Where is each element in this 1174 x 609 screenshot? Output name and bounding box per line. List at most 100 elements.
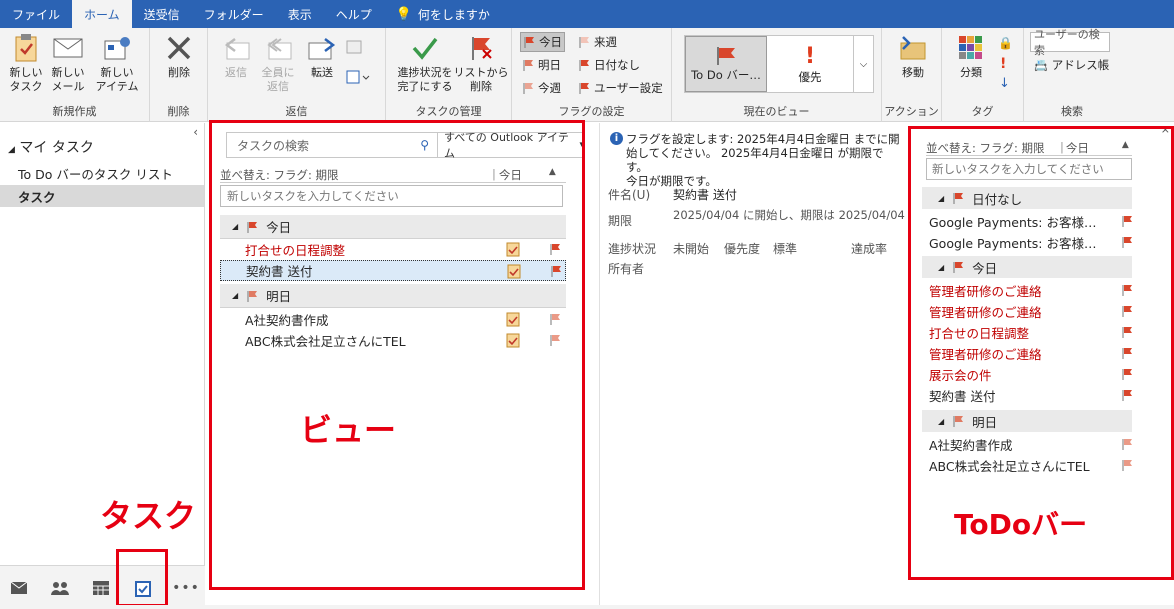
status-label: 進捗状況 <box>608 242 657 256</box>
group-view-label: 現在のビュー <box>743 105 810 118</box>
mail-icon[interactable] <box>8 578 30 598</box>
tab-file[interactable]: ファイル <box>0 0 72 28</box>
group-new-label: 新規作成 <box>52 105 97 118</box>
delete-button[interactable]: 削除 <box>162 32 196 80</box>
envelope-icon <box>52 32 84 64</box>
tab-folder[interactable]: フォルダー <box>192 0 276 28</box>
reply-button[interactable]: 返信 <box>218 32 254 80</box>
new-items-button[interactable]: 新しい アイテム <box>94 32 140 94</box>
status-value: 未開始 <box>673 242 710 256</box>
due-value: 2025/04/04 に開始し、期限は 2025/04/04 <box>673 208 905 222</box>
flag-info-bar: i フラグを設定します: 2025年4月4日金曜日 までに開始してください。 20… <box>610 132 900 188</box>
flag-tomorrow-button[interactable]: 明日 <box>520 55 563 75</box>
flag-custom-button[interactable]: ユーザー設定 <box>576 78 665 98</box>
flag-no-date-label: 日付なし <box>594 58 640 72</box>
reply-all-label: 全員に 返信 <box>261 66 295 93</box>
tab-send-receive[interactable]: 送受信 <box>132 0 192 28</box>
group-current-view: To Do バー… ! 優先 ⌵ 現在のビュー <box>672 28 882 122</box>
tab-help[interactable]: ヘルプ <box>324 0 384 28</box>
categorize-icon <box>955 32 987 64</box>
flag-this-week-label: 今週 <box>538 81 561 95</box>
flag-icon <box>579 60 589 71</box>
tasks-highlight-box <box>116 549 168 607</box>
nav-item-todo-list[interactable]: To Do バーのタスク リスト <box>0 162 204 184</box>
group-follow-up: 今日 明日 今週 来週 日付なし ユーザー設定 フラグの設定 <box>512 28 672 122</box>
new-task-button[interactable]: 新しい タスク <box>6 32 46 94</box>
tell-me-search[interactable]: 💡 何をしますか <box>384 0 502 28</box>
flag-next-week-button[interactable]: 来週 <box>576 32 619 52</box>
more-respond-icon[interactable] <box>346 70 370 87</box>
my-tasks-label: マイ タスク <box>19 140 94 156</box>
group-respond-label: 返信 <box>285 105 308 118</box>
flag-icon <box>523 60 533 71</box>
owner-label: 所有者 <box>608 262 645 276</box>
status-bar <box>0 605 1174 609</box>
mark-complete-label: 進捗状況を 完了にする <box>397 66 453 93</box>
flag-this-week-button[interactable]: 今週 <box>520 78 563 98</box>
forward-label: 転送 <box>311 66 333 79</box>
mark-complete-button[interactable]: 進捗状況を 完了にする <box>394 32 456 94</box>
delete-x-icon <box>163 32 195 64</box>
view-highlight-box <box>209 120 585 590</box>
view-priority-label: 優先 <box>798 69 822 84</box>
collapse-pane-icon[interactable]: ‹ <box>193 125 198 139</box>
view-todo-list-option[interactable]: To Do バー… <box>685 36 767 92</box>
people-icon[interactable] <box>49 578 71 598</box>
new-mail-label: 新しい メール <box>51 66 85 93</box>
meeting-reply-icon[interactable] <box>346 40 362 57</box>
flag-no-date-button[interactable]: 日付なし <box>576 55 642 75</box>
tasks-annotation-label: タスク <box>100 497 197 535</box>
my-tasks-heading[interactable]: ◢ マイ タスク <box>8 137 94 157</box>
view-gallery-expand-button[interactable]: ⌵ <box>853 36 873 92</box>
address-book-button[interactable]: 📇 アドレス帳 <box>1032 55 1111 75</box>
todo-annotation-label: ToDoバー <box>954 508 1088 541</box>
calendar-icon[interactable] <box>90 578 112 598</box>
group-tags-label: タグ <box>971 105 994 118</box>
flag-custom-label: ユーザー設定 <box>594 81 663 95</box>
due-label: 期限 <box>608 214 633 228</box>
percent-complete-label: 達成率 <box>851 242 888 256</box>
new-items-label: 新しい アイテム <box>95 66 139 93</box>
tab-view[interactable]: 表示 <box>276 0 324 28</box>
group-find-label: 検索 <box>1061 105 1083 118</box>
new-task-label: 新しい タスク <box>9 66 43 93</box>
categorize-button[interactable]: 分類 <box>954 32 988 80</box>
more-apps-icon[interactable]: ••• <box>172 578 199 598</box>
tell-me-label: 何をしますか <box>417 7 490 22</box>
flag-remove-icon <box>465 32 497 64</box>
ribbon: 新しい タスク 新しい メール 新しい アイテム 新規作成 削除 削除 返信 全… <box>0 28 1174 122</box>
delete-label: 削除 <box>168 66 190 79</box>
view-priority-option[interactable]: ! 優先 <box>775 36 845 92</box>
tab-home[interactable]: ホーム <box>72 0 132 28</box>
group-delete-label: 削除 <box>167 105 190 118</box>
flag-icon <box>579 37 589 48</box>
search-people-input[interactable]: ユーザーの検索 <box>1030 28 1110 57</box>
address-book-icon: 📇 <box>1034 58 1048 72</box>
navigation-bar: ••• <box>0 565 205 609</box>
remove-from-list-button[interactable]: リストから 削除 <box>453 32 509 94</box>
low-importance-icon[interactable]: ↓ <box>999 76 1010 91</box>
flag-info-text: フラグを設定します: 2025年4月4日金曜日 までに開始してください。 202… <box>626 132 900 188</box>
forward-button[interactable]: 転送 <box>304 32 340 80</box>
group-actions: 移動 アクション <box>882 28 942 122</box>
group-flags-label: フラグの設定 <box>558 105 625 118</box>
move-button[interactable]: 移動 <box>896 32 930 80</box>
nav-item-tasks[interactable]: タスク <box>0 185 204 207</box>
priority-value: 標準 <box>773 242 798 256</box>
remove-from-list-label: リストから 削除 <box>453 66 509 93</box>
lightbulb-icon: 💡 <box>395 6 412 22</box>
categorize-label: 分類 <box>960 66 982 79</box>
clipboard-check-icon <box>10 32 42 64</box>
flag-next-week-label: 来週 <box>594 35 617 49</box>
group-new: 新しい タスク 新しい メール 新しい アイテム 新規作成 <box>0 28 150 122</box>
subject-value: 契約書 送付 <box>673 188 737 202</box>
high-importance-icon[interactable]: ! <box>1000 56 1006 72</box>
lock-icon[interactable]: 🔒 <box>998 36 1013 50</box>
flag-icon <box>717 47 735 65</box>
new-mail-button[interactable]: 新しい メール <box>48 32 88 94</box>
folder-move-icon <box>897 32 929 64</box>
subject-label: 件名(U) <box>608 188 651 202</box>
reply-all-button[interactable]: 全員に 返信 <box>260 32 296 94</box>
group-manage-task: 進捗状況を 完了にする リストから 削除 タスクの管理 <box>386 28 512 122</box>
flag-today-button[interactable]: 今日 <box>520 32 565 52</box>
